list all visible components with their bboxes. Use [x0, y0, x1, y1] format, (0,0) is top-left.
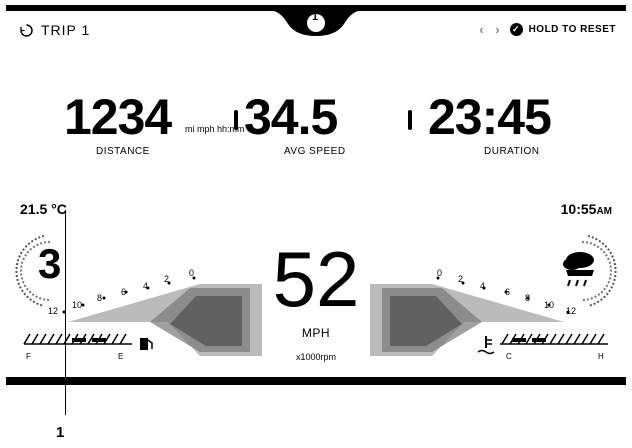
- right-scale-label: 0: [437, 268, 443, 278]
- left-scale-label: 8: [97, 293, 103, 303]
- fuel-empty-label: E: [118, 352, 124, 361]
- left-scale-label: 0: [189, 268, 195, 278]
- clock-readout: 10:55AM: [561, 201, 612, 217]
- reset-label: HOLD TO RESET: [528, 24, 616, 35]
- left-scale-label: 12: [48, 306, 59, 316]
- reset-control[interactable]: ‹ › ✓ HOLD TO RESET: [479, 22, 616, 37]
- rpm-label: x1000rpm: [295, 352, 337, 362]
- divider-tick: [234, 110, 238, 130]
- right-scale-label: 6: [505, 287, 511, 297]
- callout-number: 1: [56, 424, 65, 441]
- right-scale-label: 4: [480, 281, 486, 291]
- trip-icon: [20, 23, 33, 37]
- fuel-full-label: F: [26, 352, 31, 361]
- trip-selector[interactable]: TRIP 1: [20, 22, 90, 38]
- speed-unit: MPH: [301, 326, 331, 340]
- right-scale-label: 12: [566, 306, 577, 316]
- coolant-cold-label: C: [506, 352, 512, 361]
- right-scale-label: 8: [525, 293, 531, 303]
- page-number-badge: 1: [268, 0, 364, 40]
- right-scale-label: 2: [458, 274, 464, 284]
- coolant-hot-label: H: [598, 352, 604, 361]
- left-scale-label: 10: [72, 300, 83, 310]
- divider-tick: [408, 110, 412, 130]
- duration-label: DURATION: [484, 146, 540, 157]
- clock-suffix: AM: [596, 206, 612, 217]
- right-scale-label: 10: [544, 300, 555, 310]
- avg-speed-value: 34.5: [244, 89, 338, 145]
- trip-label: TRIP 1: [41, 22, 91, 38]
- temperature-readout: 21.5 °C: [20, 201, 67, 217]
- distance-label: DISTANCE: [96, 146, 150, 157]
- page-number: 1: [312, 11, 319, 23]
- clock-time: 10:55: [560, 201, 597, 217]
- duration-value: 23:45: [428, 89, 552, 145]
- avg-speed-label: AVG SPEED: [284, 146, 346, 157]
- left-scale-label: 2: [164, 274, 170, 284]
- distance-value: 1234: [64, 89, 172, 145]
- speed-value: 52: [272, 235, 360, 323]
- nav-arrows[interactable]: ‹ ›: [479, 22, 503, 37]
- left-scale-label: 4: [143, 281, 149, 291]
- dashboard-graphics: [15, 10, 617, 356]
- hold-reset-check-icon: ✓: [509, 23, 523, 36]
- left-scale-label: 6: [121, 287, 127, 297]
- callout-leader-line: [65, 210, 66, 415]
